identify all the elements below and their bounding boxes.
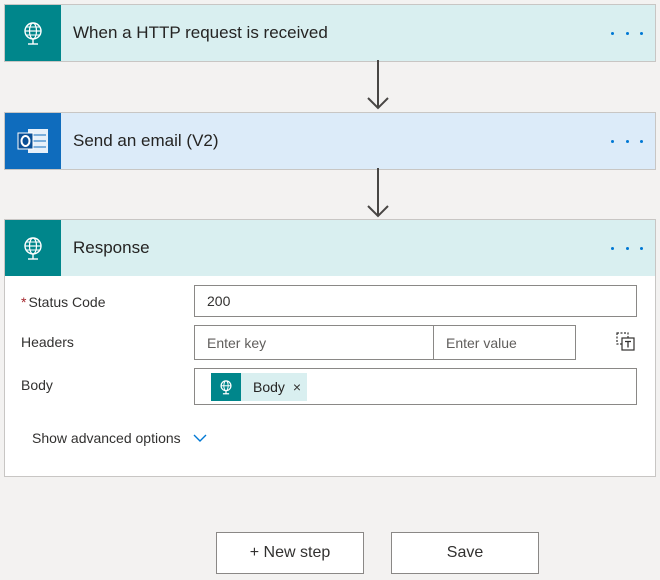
- header-value-placeholder: Enter value: [446, 334, 517, 351]
- step-header[interactable]: Send an email (V2): [5, 113, 655, 169]
- body-token[interactable]: Body ×: [211, 372, 308, 401]
- step-http-trigger[interactable]: When a HTTP request is received: [4, 4, 656, 62]
- more-options-icon[interactable]: [609, 236, 645, 260]
- connector-arrow-icon: [367, 168, 389, 218]
- http-globe-icon: [5, 220, 61, 276]
- body-input[interactable]: Body ×: [194, 368, 637, 405]
- step-title: Send an email (V2): [73, 131, 219, 150]
- show-advanced-options-label: Show advanced options: [32, 430, 181, 446]
- status-code-value: 200: [207, 293, 231, 309]
- status-code-label: * Status Code: [21, 294, 106, 310]
- step-send-email[interactable]: Send an email (V2): [4, 112, 656, 170]
- required-marker: *: [21, 294, 27, 310]
- new-step-button[interactable]: + New step: [216, 532, 364, 574]
- header-key-placeholder: Enter key: [207, 334, 267, 351]
- step-header[interactable]: When a HTTP request is received: [5, 5, 655, 61]
- outlook-icon: [5, 113, 61, 169]
- more-options-icon[interactable]: [609, 129, 645, 153]
- header-key-input[interactable]: Enter key: [194, 325, 434, 360]
- save-button[interactable]: Save: [391, 532, 539, 574]
- remove-token-icon[interactable]: ×: [293, 379, 307, 395]
- step-response[interactable]: Response * Status Code 200 Headers Enter …: [4, 219, 656, 477]
- http-globe-icon: [5, 5, 61, 61]
- step-title: Response: [73, 238, 150, 257]
- body-label: Body: [21, 377, 53, 393]
- headers-label: Headers: [21, 334, 74, 350]
- status-code-input[interactable]: 200: [194, 285, 637, 317]
- header-value-input[interactable]: Enter value: [433, 325, 576, 360]
- connector-arrow-icon: [367, 60, 389, 110]
- show-advanced-options[interactable]: Show advanced options: [32, 430, 207, 446]
- step-header[interactable]: Response: [5, 220, 655, 276]
- body-token-label: Body: [253, 378, 285, 395]
- status-code-label-text: Status Code: [28, 294, 106, 310]
- step-title: When a HTTP request is received: [73, 23, 328, 42]
- chevron-down-icon: [193, 434, 207, 442]
- more-options-icon[interactable]: [609, 21, 645, 45]
- http-globe-icon: [211, 372, 241, 401]
- text-mode-icon[interactable]: [615, 330, 637, 352]
